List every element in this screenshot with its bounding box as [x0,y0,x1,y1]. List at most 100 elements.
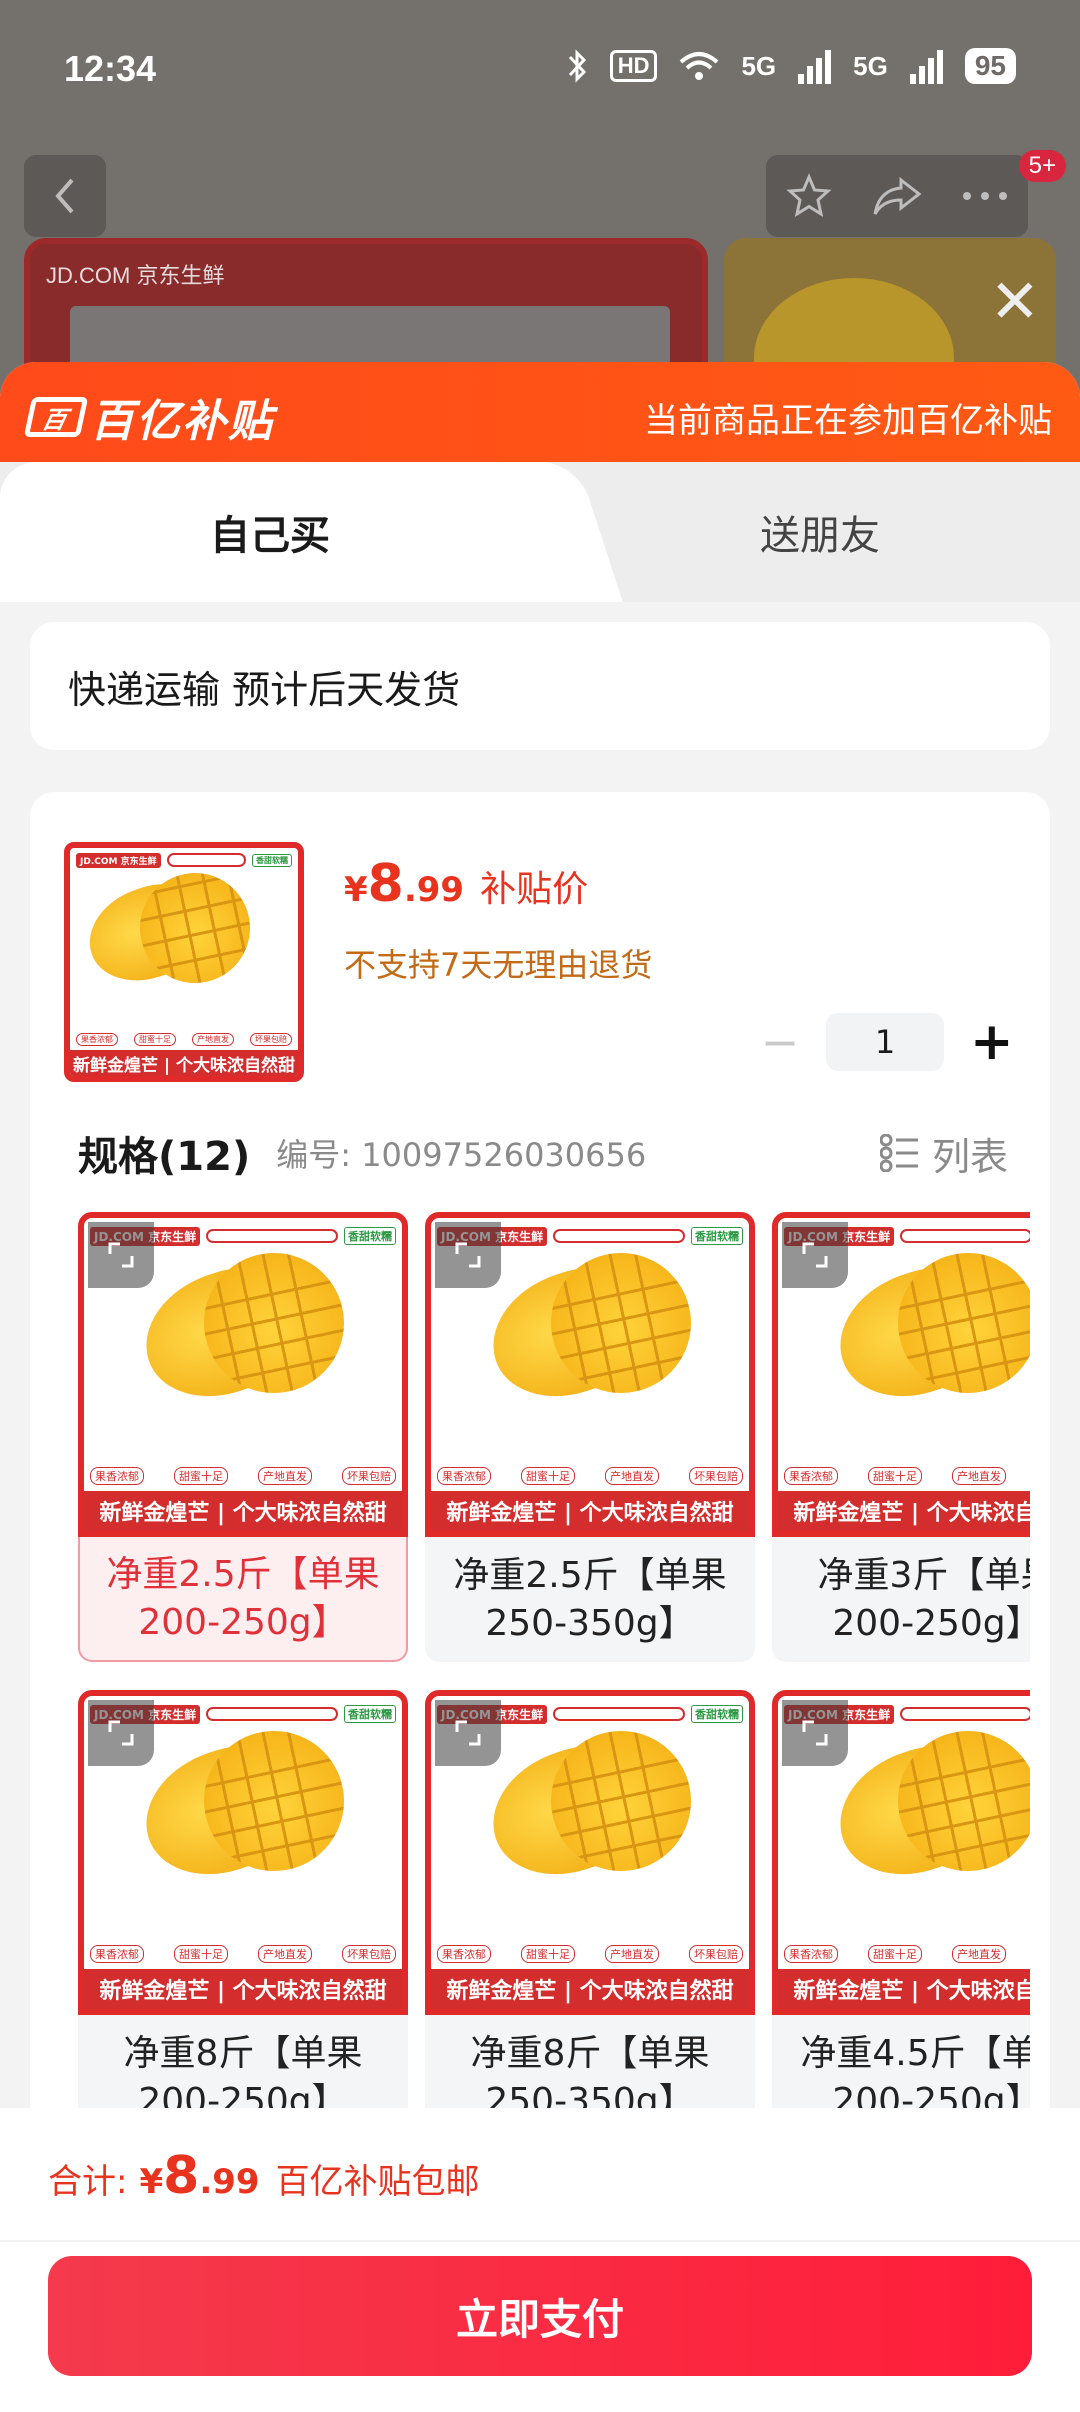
total-currency: ¥ [139,2162,164,2202]
total-decimal: .99 [199,2162,260,2202]
image-tag: 产地直发 [952,1467,1006,1485]
order-total: 合计: ¥ 8 .99 百亿补贴包邮 [48,2146,480,2206]
increase-button[interactable]: + [970,1012,1014,1072]
chevron-left-icon [55,178,74,214]
image-tag: 果香浓郁 [76,1033,118,1046]
hd-badge: HD [609,50,658,82]
sku-image: JD.COM 京东生鲜香甜软糯果香浓郁甜蜜十足产地直发坏果包赔新鲜金煌芒 | 个… [78,1212,408,1537]
image-bar [900,1707,1030,1721]
price-currency: ¥ [344,870,368,910]
tab-send-to-friend[interactable]: 送朋友 [560,462,1080,602]
price-label: 补贴价 [480,869,589,910]
image-brand: JD.COM 京东生鲜 [76,852,161,868]
purchase-sheet: 百 百亿补贴 当前商品正在参加百亿补贴 自己买 送朋友 快递运输 预计后天发货 … [0,362,1080,2412]
status-bar: 12:34 HD 5G 5G 95 [0,0,1080,130]
spec-title: 规格(12) [78,1134,251,1180]
signal-icon-2 [909,48,943,84]
expand-icon[interactable] [435,1222,501,1288]
status-icons: HD 5G 5G 95 [566,48,1016,84]
image-tag: 果香浓郁 [90,1467,144,1485]
image-tag: 坏果包赔 [342,1467,396,1485]
image-tag: 甜蜜十足 [174,1467,228,1485]
total-label: 合计: [48,2162,128,2202]
image-tag: 甜蜜十足 [134,1033,176,1046]
list-view-label: 列表 [931,1134,1008,1179]
image-banner: 新鲜金煌芒 | 个大味浓自然甜 [431,1969,749,2009]
expand-icon[interactable] [88,1222,154,1288]
price-integer: 8 [367,854,404,914]
tab-buy-for-self[interactable]: 自己买 [0,462,540,602]
battery-icon: 95 [964,48,1016,84]
purchase-tabs: 自己买 送朋友 [0,462,1080,602]
image-tag: 甜蜜十足 [174,1945,228,1963]
image-tag: 果香浓郁 [784,1467,838,1485]
quantity-input[interactable]: 1 [826,1013,944,1071]
star-icon[interactable] [785,172,833,220]
sku-image: JD.COM 京东生鲜香甜软糯果香浓郁甜蜜十足产地直发坏果包赔新鲜金煌芒 | 个… [425,1690,755,2015]
product-code: 编号: 10097526030656 [276,1136,647,1174]
image-bar [206,1707,338,1721]
image-chip: 香甜软糯 [691,1227,743,1245]
notification-badge: 5+ [1018,150,1066,182]
product-card: JD.COM 京东生鲜 香甜软糯 果香浓郁 甜蜜十足 产地直发 坏果包赔 新鲜金煌芒 |… [30,792,1050,2212]
image-chip: 香甜软糯 [691,1705,743,1723]
more-icon[interactable] [961,190,1009,202]
image-tag: 果香浓郁 [784,1945,838,1963]
spec-header: 规格(12) 编号: 10097526030656 列表 [78,1124,1008,1182]
image-tag: 甜蜜十足 [521,1945,575,1963]
network-label-1: 5G [741,50,777,81]
product-thumbnail[interactable]: JD.COM 京东生鲜 香甜软糯 果香浓郁 甜蜜十足 产地直发 坏果包赔 新鲜金煌芒 |… [64,842,304,1082]
sku-option[interactable]: JD.COM 京东生鲜香甜软糯果香浓郁甜蜜十足产地直发坏果包赔新鲜金煌芒 | 个… [425,1212,755,1662]
image-tag: 产地直发 [952,1945,1006,1963]
image-tag: 产地直发 [258,1945,312,1963]
image-tag: 果香浓郁 [437,1945,491,1963]
image-tag: 产地直发 [192,1033,234,1046]
sku-option[interactable]: JD.COM 京东生鲜香甜软糯果香浓郁甜蜜十足产地直发坏果包赔新鲜金煌芒 | 个… [772,1690,1030,2140]
decrease-button[interactable]: − [760,1015,800,1069]
back-button[interactable] [24,155,106,237]
expand-icon[interactable] [782,1222,848,1288]
image-tag: 坏果包赔 [250,1033,292,1046]
subsidy-logo: 百 百亿补贴 [23,385,274,449]
sku-image: JD.COM 京东生鲜香甜软糯果香浓郁甜蜜十足产地直发坏果包赔新鲜金煌芒 | 个… [78,1690,408,2015]
image-bar [206,1229,338,1243]
image-tag: 果香浓郁 [90,1945,144,1963]
sku-option[interactable]: JD.COM 京东生鲜香甜软糯果香浓郁甜蜜十足产地直发坏果包赔新鲜金煌芒 | 个… [772,1212,1030,1662]
image-tags: 果香浓郁甜蜜十足产地直发坏果包赔 [784,1467,1030,1485]
subsidy-promo-text: 当前商品正在参加百亿补贴 [644,400,1052,441]
share-icon[interactable] [871,174,923,218]
sku-option[interactable]: JD.COM 京东生鲜香甜软糯果香浓郁甜蜜十足产地直发坏果包赔新鲜金煌芒 | 个… [425,1690,755,2140]
image-tags: 果香浓郁甜蜜十足产地直发坏果包赔 [90,1467,396,1485]
image-bar [553,1229,685,1243]
image-banner: 新鲜金煌芒 | 个大味浓自然甜 [84,1969,402,2009]
list-icon [879,1134,918,1172]
top-actions [766,155,1028,237]
image-tags: 果香浓郁 甜蜜十足 产地直发 坏果包赔 [90,1945,396,1963]
tab-send-to-friend-label: 送朋友 [760,513,880,559]
image-tag: 甜蜜十足 [521,1467,575,1485]
sku-option[interactable]: JD.COM 京东生鲜香甜软糯果香浓郁甜蜜十足产地直发坏果包赔新鲜金煌芒 | 个… [78,1212,408,1662]
expand-icon[interactable] [88,1700,154,1766]
image-tag: 坏果包赔 [342,1945,396,1963]
sku-option[interactable]: JD.COM 京东生鲜香甜软糯果香浓郁甜蜜十足产地直发坏果包赔新鲜金煌芒 | 个… [78,1690,408,2140]
footer-divider [0,2240,1080,2242]
image-tags: 果香浓郁甜蜜十足产地直发坏果包赔 [437,1945,743,1963]
image-tag: 产地直发 [605,1467,659,1485]
signal-icon-1 [798,48,832,84]
image-bar [553,1707,685,1721]
network-label-2: 5G [853,50,888,81]
close-icon[interactable]: ✕ [990,272,1040,332]
shipping-info[interactable]: 快递运输 预计后天发货 [30,622,1050,750]
expand-icon[interactable] [435,1700,501,1766]
image-banner: 新鲜金煌芒 | 个大味浓自然甜 [431,1491,749,1531]
status-time: 12:34 [64,48,157,89]
bluetooth-icon [568,49,586,83]
pay-now-button[interactable]: 立即支付 [48,2256,1032,2376]
background-banner-brand: JD.COM 京东生鲜 [46,263,225,288]
image-banner: 新鲜金煌芒 | 个大味浓自然甜 [778,1969,1030,2009]
image-chip: 香甜软糯 [344,1227,396,1245]
sku-label: 净重3斤【单果200-250g】 [772,1537,1030,1662]
expand-icon[interactable] [782,1700,848,1766]
subsidy-logo-icon: 百 [23,397,89,437]
list-view-toggle[interactable]: 列表 [879,1126,1008,1181]
